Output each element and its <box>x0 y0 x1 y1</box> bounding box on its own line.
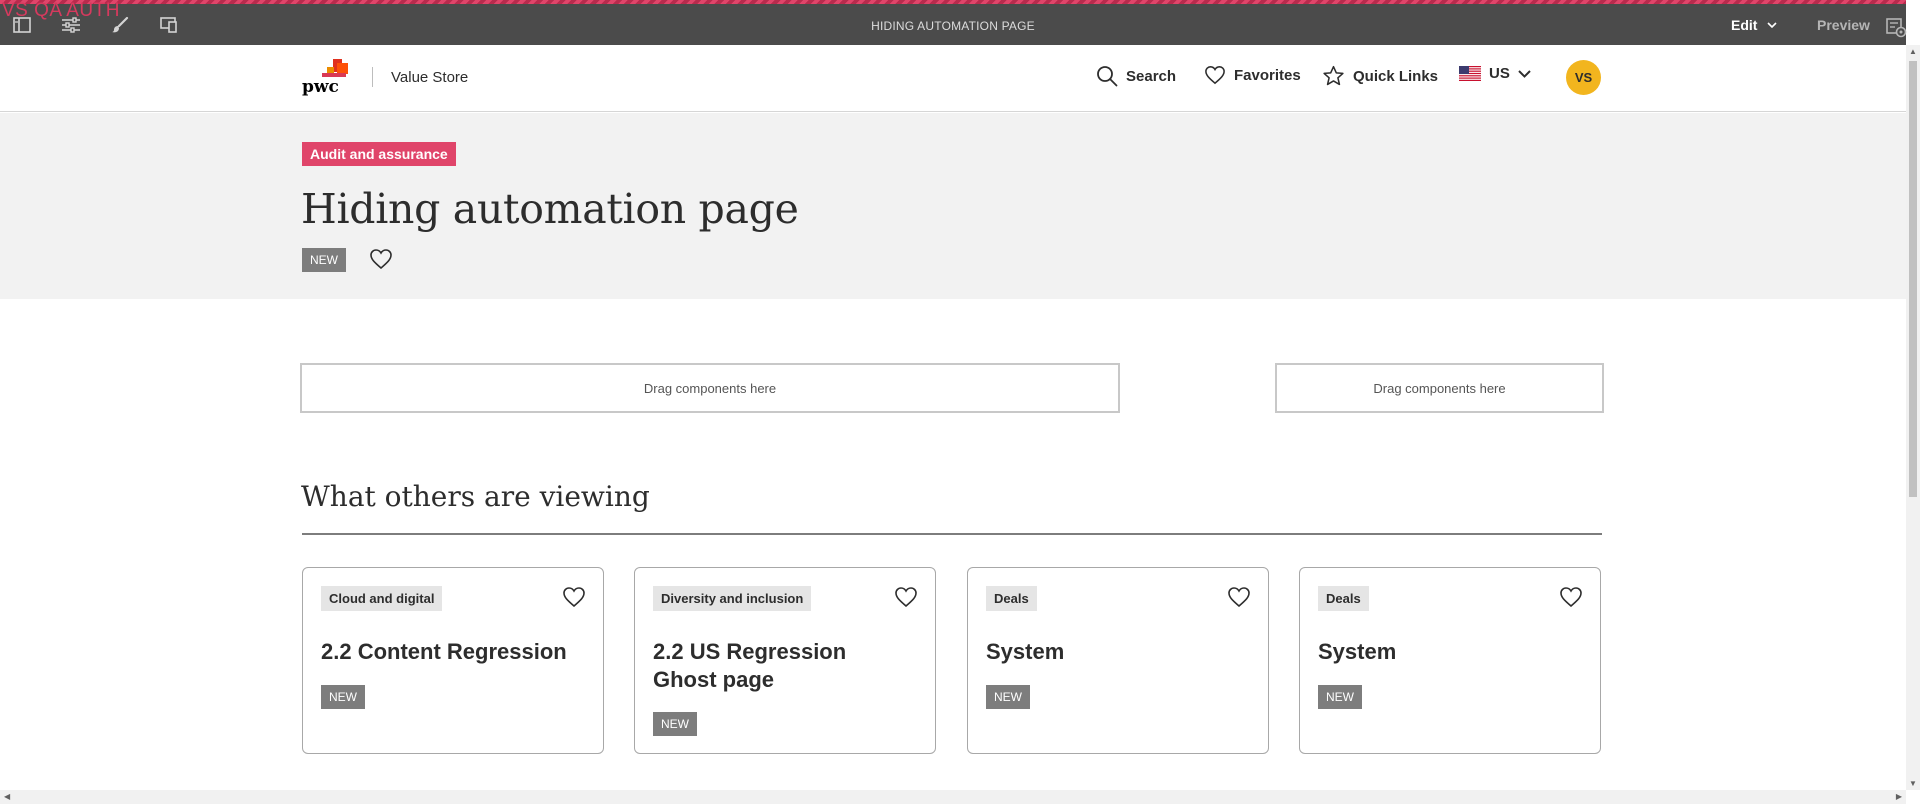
dropzone-left[interactable]: Drag components here <box>300 363 1120 413</box>
favorite-heart-icon[interactable] <box>562 586 586 608</box>
card-title[interactable]: System <box>1318 638 1580 666</box>
editor-toolbar: VS QA AUTH HIDING AUTOMATION PAGE Edit P… <box>0 0 1907 45</box>
us-flag-icon <box>1459 66 1481 81</box>
category-tag[interactable]: Audit and assurance <box>302 142 456 166</box>
horizontal-scrollbar[interactable]: ◀ ▶ <box>0 790 1906 804</box>
page-hero: Audit and assurance Hiding automation pa… <box>0 113 1906 299</box>
content-card[interactable]: Diversity and inclusion 2.2 US Regressio… <box>634 567 936 754</box>
chevron-down-icon <box>1767 22 1778 28</box>
favorite-heart-icon[interactable] <box>1227 586 1251 608</box>
edit-mode-dropdown[interactable]: Edit <box>1731 17 1778 33</box>
favorite-heart-icon[interactable] <box>1559 586 1583 608</box>
search-icon <box>1097 66 1118 87</box>
star-icon <box>1323 65 1344 86</box>
vertical-scrollbar[interactable]: ▲ ▼ <box>1906 45 1920 790</box>
region-label: US <box>1489 65 1510 82</box>
quick-links-button[interactable]: Quick Links <box>1322 65 1438 87</box>
site-header: pwc Value Store Search Favorites Quick L… <box>0 45 1906 112</box>
card-category-tag: Diversity and inclusion <box>653 586 812 611</box>
preview-button[interactable]: Preview <box>1817 17 1870 33</box>
editor-page-title: HIDING AUTOMATION PAGE <box>871 19 1035 33</box>
section-divider <box>302 533 1602 535</box>
card-title[interactable]: System <box>986 638 1248 666</box>
heart-icon <box>1205 66 1225 85</box>
dropzone-right[interactable]: Drag components here <box>1275 363 1604 413</box>
region-selector[interactable]: US <box>1459 65 1531 82</box>
scroll-left-arrow-icon[interactable]: ◀ <box>4 792 10 801</box>
page-title: Hiding automation page <box>301 185 799 233</box>
pwc-logo[interactable]: pwc <box>302 57 354 97</box>
section-heading: What others are viewing <box>301 480 650 513</box>
card-title[interactable]: 2.2 US Regression Ghost page <box>653 638 915 694</box>
new-badge: NEW <box>986 685 1030 709</box>
scroll-up-arrow-icon[interactable]: ▲ <box>1909 47 1917 56</box>
user-avatar[interactable]: VS <box>1566 60 1601 95</box>
favorites-label: Favorites <box>1234 66 1301 84</box>
new-badge: NEW <box>302 248 346 272</box>
scrollbar-thumb[interactable] <box>1909 61 1917 497</box>
edit-mode-label: Edit <box>1731 17 1758 33</box>
quick-links-label: Quick Links <box>1353 67 1439 85</box>
card-title[interactable]: 2.2 Content Regression <box>321 638 583 666</box>
logo-divider <box>372 67 373 87</box>
environment-stripe <box>0 0 1906 4</box>
annotations-icon[interactable] <box>1885 16 1907 38</box>
search-button[interactable]: Search <box>1096 65 1176 87</box>
content-card[interactable]: Cloud and digital 2.2 Content Regression… <box>302 567 604 754</box>
search-label: Search <box>1126 67 1177 85</box>
card-category-tag: Cloud and digital <box>321 586 443 611</box>
card-category-tag: Deals <box>986 586 1037 611</box>
favorites-button[interactable]: Favorites <box>1204 65 1301 85</box>
chevron-down-icon <box>1518 69 1531 78</box>
new-badge: NEW <box>653 712 697 736</box>
site-name[interactable]: Value Store <box>391 69 468 86</box>
content-card[interactable]: Deals System NEW <box>1299 567 1601 754</box>
new-badge: NEW <box>1318 685 1362 709</box>
scroll-right-arrow-icon[interactable]: ▶ <box>1896 792 1902 801</box>
content-card[interactable]: Deals System NEW <box>967 567 1269 754</box>
favorite-heart-icon[interactable] <box>894 586 918 608</box>
favorite-heart-icon[interactable] <box>369 248 393 270</box>
new-badge: NEW <box>321 685 365 709</box>
svg-text:pwc: pwc <box>302 77 339 97</box>
scroll-down-arrow-icon[interactable]: ▼ <box>1909 779 1917 788</box>
card-category-tag: Deals <box>1318 586 1369 611</box>
